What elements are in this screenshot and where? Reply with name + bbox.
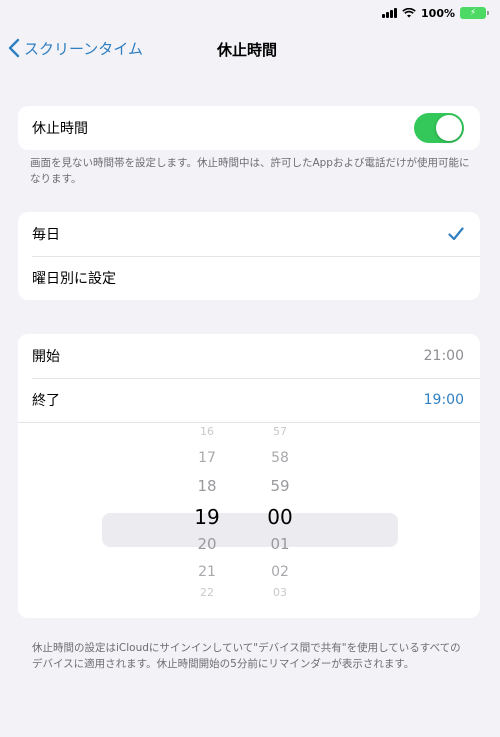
minute-option[interactable]: 00 — [250, 505, 310, 529]
end-time-row[interactable]: 終了 19:00 — [18, 378, 480, 422]
schedule-group: 毎日 曜日別に設定 — [18, 212, 480, 300]
hour-option[interactable]: 21 — [177, 564, 237, 580]
start-label: 開始 — [32, 349, 60, 365]
back-button-label: スクリーンタイム — [24, 39, 143, 58]
minute-option[interactable]: 01 — [250, 535, 310, 553]
chevron-left-icon — [8, 38, 20, 58]
time-picker[interactable]: 16 17 18 19 20 21 22 57 58 59 00 01 02 03 — [18, 422, 480, 618]
start-time-row[interactable]: 開始 21:00 — [18, 334, 480, 378]
schedule-custom-days-row[interactable]: 曜日別に設定 — [18, 256, 480, 300]
status-bar: 100% ⚡ — [0, 0, 500, 26]
time-settings-group: 開始 21:00 終了 19:00 16 17 18 19 20 21 22 57 58 59 0… — [18, 334, 480, 618]
downtime-description: 画面を見ない時間帯を設定します。休止時間中は、許可したAppおよび電話だけが使用… — [30, 157, 470, 185]
downtime-toggle-group: 休止時間 — [18, 106, 480, 150]
minute-option[interactable]: 58 — [250, 450, 310, 466]
every-day-label: 毎日 — [32, 227, 60, 243]
hour-option[interactable]: 16 — [177, 425, 237, 438]
hour-option[interactable]: 20 — [177, 535, 237, 553]
toggle-knob — [436, 115, 462, 141]
hour-option[interactable]: 18 — [177, 477, 237, 495]
navigation-bar: スクリーンタイム 休止時間 — [0, 30, 500, 66]
cellular-signal-icon — [382, 8, 398, 18]
battery-charging-icon: ⚡ — [460, 7, 489, 19]
minute-option[interactable]: 59 — [250, 477, 310, 495]
wifi-icon — [402, 8, 416, 18]
custom-days-label: 曜日別に設定 — [32, 271, 116, 287]
battery-percentage: 100% — [421, 6, 455, 20]
end-label: 終了 — [32, 393, 60, 409]
hour-option[interactable]: 17 — [177, 450, 237, 466]
minute-option[interactable]: 57 — [250, 425, 310, 438]
checkmark-icon — [448, 227, 464, 241]
downtime-label: 休止時間 — [32, 121, 88, 137]
sync-description: 休止時間の設定はiCloudにサインインしていて"デバイス間で共有"を使用してい… — [32, 642, 461, 670]
back-button[interactable]: スクリーンタイム — [8, 30, 143, 66]
downtime-toggle[interactable] — [414, 113, 464, 143]
start-time-value: 21:00 — [423, 348, 464, 364]
end-time-value: 19:00 — [423, 392, 464, 408]
downtime-row: 休止時間 — [18, 106, 480, 150]
hour-option[interactable]: 22 — [177, 586, 237, 599]
hour-option[interactable]: 19 — [177, 505, 237, 529]
schedule-every-day-row[interactable]: 毎日 — [18, 212, 480, 256]
minute-option[interactable]: 02 — [250, 564, 310, 580]
minute-option[interactable]: 03 — [250, 586, 310, 599]
